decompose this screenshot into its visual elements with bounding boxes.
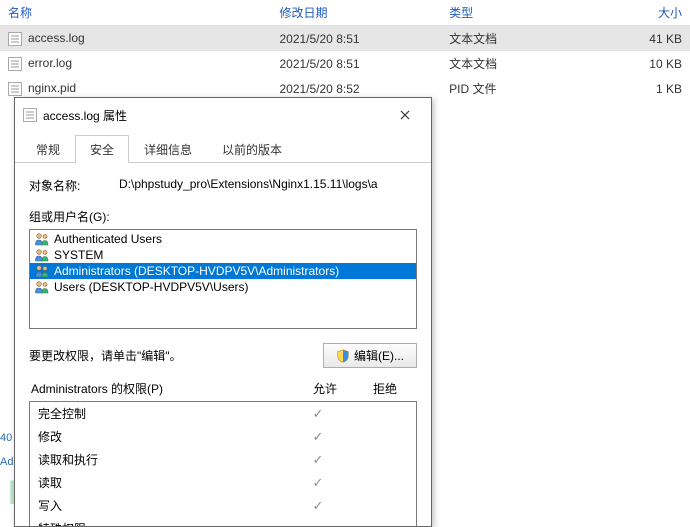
tab-详细信息[interactable]: 详细信息 xyxy=(129,135,207,163)
file-size: 1 KB xyxy=(577,76,690,101)
file-icon xyxy=(23,108,37,122)
col-header-type[interactable]: 类型 xyxy=(441,0,577,26)
principal-item[interactable]: Users (DESKTOP-HVDPV5V\Users) xyxy=(30,279,416,295)
perm-header-deny: 拒绝 xyxy=(355,380,415,397)
permission-row[interactable]: 写入 ✓ xyxy=(30,494,416,517)
file-type: 文本文档 xyxy=(441,26,577,52)
file-type: 文本文档 xyxy=(441,51,577,76)
perm-header-allow: 允许 xyxy=(295,380,355,397)
file-size: 41 KB xyxy=(577,26,690,52)
file-list-table: 名称 修改日期 类型 大小 access.log 2021/5/20 8:51 … xyxy=(0,0,690,101)
file-date: 2021/5/20 8:51 xyxy=(271,26,441,52)
object-name-value: D:\phpstudy_pro\Extensions\Nginx1.15.11\… xyxy=(119,177,417,194)
permission-name: 写入 xyxy=(38,497,288,514)
permission-row[interactable]: 修改 ✓ xyxy=(30,425,416,448)
file-row[interactable]: error.log 2021/5/20 8:51 文本文档 10 KB xyxy=(0,51,690,76)
principal-label: SYSTEM xyxy=(54,248,103,262)
permission-row[interactable]: 读取和执行 ✓ xyxy=(30,448,416,471)
tab-以前的版本[interactable]: 以前的版本 xyxy=(207,135,297,163)
file-icon xyxy=(8,82,22,96)
permission-allow-check: ✓ xyxy=(288,406,348,422)
permission-name: 修改 xyxy=(38,428,288,445)
users-icon xyxy=(34,280,50,294)
perm-header-name: Administrators 的权限(P) xyxy=(31,380,295,397)
principal-label: Authenticated Users xyxy=(54,232,162,246)
permission-name: 完全控制 xyxy=(38,405,288,422)
file-date: 2021/5/20 8:51 xyxy=(271,51,441,76)
col-header-name[interactable]: 名称 xyxy=(0,0,271,26)
close-icon xyxy=(400,110,410,120)
principals-listbox[interactable]: Authenticated Users SYSTEM Administrators … xyxy=(29,229,417,329)
group-user-label: 组或用户名(G): xyxy=(29,208,417,225)
file-icon xyxy=(8,57,22,71)
titlebar[interactable]: access.log 属性 xyxy=(15,98,431,132)
principal-label: Users (DESKTOP-HVDPV5V\Users) xyxy=(54,280,248,294)
users-icon xyxy=(34,264,50,278)
file-size: 10 KB xyxy=(577,51,690,76)
permission-row[interactable]: 完全控制 ✓ xyxy=(30,402,416,425)
tab-常规[interactable]: 常规 xyxy=(21,135,75,163)
principal-item[interactable]: SYSTEM xyxy=(30,247,416,263)
dialog-title: access.log 属性 xyxy=(43,107,127,124)
permission-allow-check: ✓ xyxy=(288,452,348,468)
permission-name: 特殊权限 xyxy=(38,520,288,526)
permission-allow-check: ✓ xyxy=(288,498,348,514)
permission-allow-check: ✓ xyxy=(288,429,348,445)
tab-安全[interactable]: 安全 xyxy=(75,135,129,163)
permission-name: 读取和执行 xyxy=(38,451,288,468)
col-header-date[interactable]: 修改日期 xyxy=(271,0,441,26)
file-name: nginx.pid xyxy=(28,81,76,95)
close-button[interactable] xyxy=(387,104,423,126)
object-name-label: 对象名称: xyxy=(29,177,119,194)
file-list-header-row: 名称 修改日期 类型 大小 xyxy=(0,0,690,26)
file-icon xyxy=(8,32,22,46)
permission-name: 读取 xyxy=(38,474,288,491)
permission-allow-check: ✓ xyxy=(288,475,348,491)
shield-icon xyxy=(336,349,350,363)
principal-item[interactable]: Administrators (DESKTOP-HVDPV5V\Administ… xyxy=(30,263,416,279)
users-icon xyxy=(34,248,50,262)
edit-button[interactable]: 编辑(E)... xyxy=(323,343,417,368)
tab-bar: 常规安全详细信息以前的版本 xyxy=(15,134,431,163)
principal-label: Administrators (DESKTOP-HVDPV5V\Administ… xyxy=(54,264,339,278)
properties-dialog: access.log 属性 常规安全详细信息以前的版本 对象名称: D:\php… xyxy=(14,97,432,527)
dialog-body: 对象名称: D:\phpstudy_pro\Extensions\Nginx1.… xyxy=(15,163,431,526)
principal-item[interactable]: Authenticated Users xyxy=(30,231,416,247)
file-name: error.log xyxy=(28,56,72,70)
file-name: access.log xyxy=(28,31,85,45)
file-type: PID 文件 xyxy=(441,76,577,101)
users-icon xyxy=(34,232,50,246)
edit-button-label: 编辑(E)... xyxy=(354,347,404,364)
file-row[interactable]: access.log 2021/5/20 8:51 文本文档 41 KB xyxy=(0,26,690,52)
permissions-listbox[interactable]: 完全控制 ✓ 修改 ✓ 读取和执行 ✓ 读取 ✓ 写入 ✓ 特殊权限 xyxy=(29,401,417,526)
edit-hint-text: 要更改权限，请单击"编辑"。 xyxy=(29,347,323,364)
col-header-size[interactable]: 大小 xyxy=(577,0,690,26)
permission-row[interactable]: 读取 ✓ xyxy=(30,471,416,494)
